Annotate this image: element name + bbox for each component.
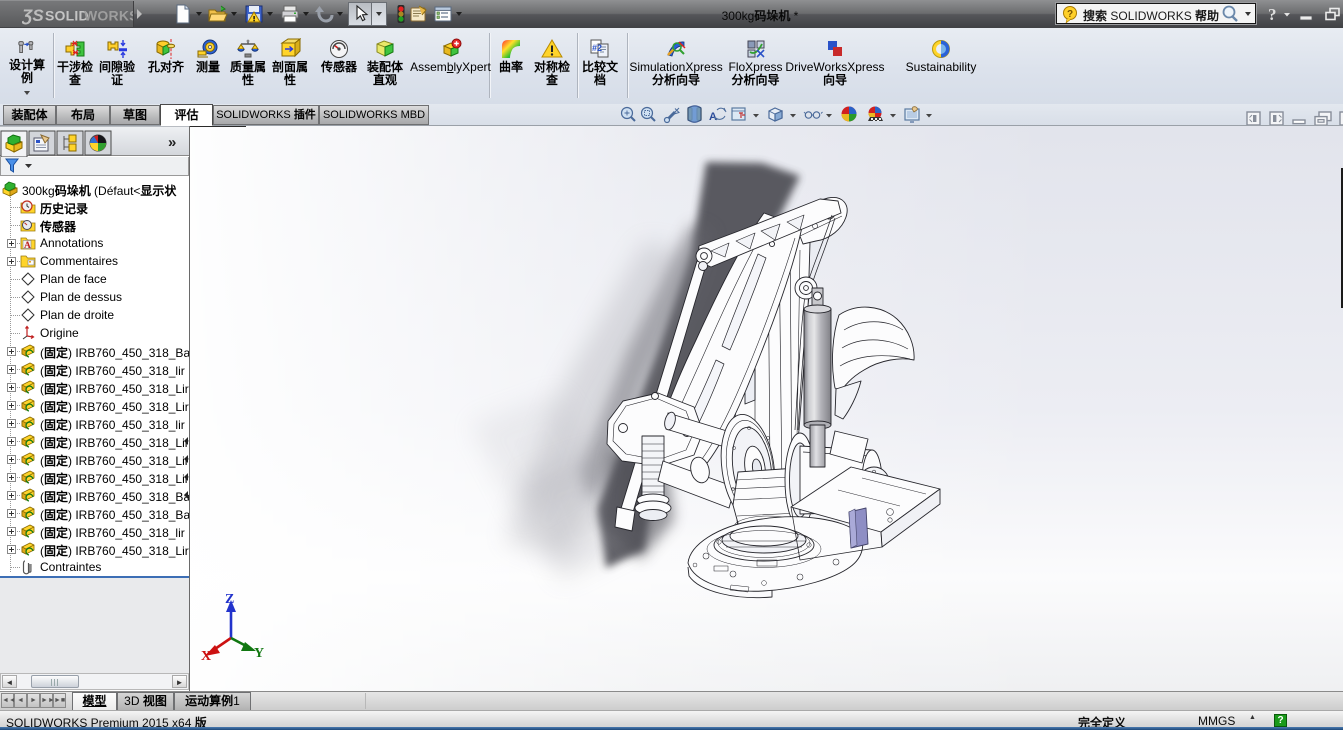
svg-text:X: X: [201, 649, 211, 664]
svg-text:SOLID: SOLID: [45, 8, 89, 24]
svg-text:ƷS: ƷS: [22, 6, 44, 25]
svg-text:?: ?: [1268, 5, 1277, 23]
svg-text:?: ?: [1067, 9, 1073, 20]
svg-text:A: A: [24, 241, 31, 251]
svg-text:A: A: [709, 111, 717, 123]
svg-text:»: »: [168, 134, 176, 151]
svg-text:WORKS: WORKS: [84, 8, 134, 24]
svg-text:Y: Y: [254, 646, 264, 661]
svg-text:Z: Z: [225, 592, 234, 607]
